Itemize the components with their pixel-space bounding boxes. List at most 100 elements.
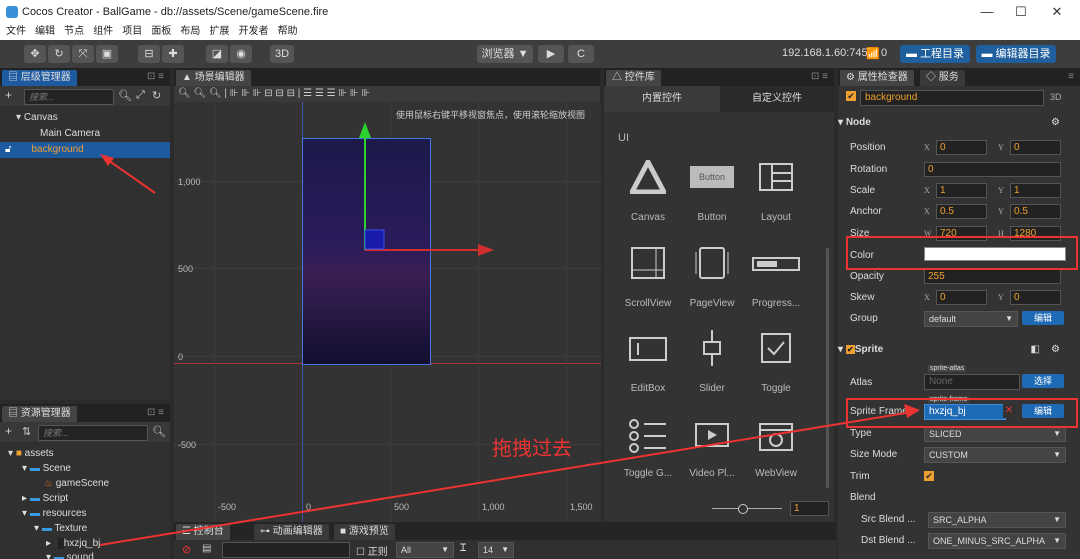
toggle-widget-icon[interactable]	[760, 332, 792, 364]
maximize-button[interactable]: ☐	[1006, 3, 1036, 21]
tree-item-script-folder[interactable]: ▸ ▬ Script	[22, 491, 68, 507]
progressbar-widget-icon[interactable]	[752, 256, 800, 272]
panel-menu-icon[interactable]: ⊡ ≡	[811, 71, 828, 82]
book-icon[interactable]: ◧	[1031, 342, 1040, 358]
menu-developer[interactable]: 开发者	[239, 24, 269, 40]
refresh-button[interactable]: C	[568, 45, 594, 63]
move-tool-icon[interactable]: ✥	[24, 45, 46, 63]
scale-y-input[interactable]: 1	[1010, 183, 1061, 198]
tab-widget-library[interactable]: △ 控件库	[606, 70, 661, 86]
menu-node[interactable]: 节点	[64, 24, 84, 40]
collapse-icon[interactable]: ⤢	[136, 89, 145, 102]
node-active-checkbox[interactable]: ✔	[846, 91, 856, 101]
menu-help[interactable]: 帮助	[278, 24, 298, 40]
scene-align-toolbar[interactable]: 🔍︎ 🔍︎ 🔍︎ | ⊪ ⊪ ⊪ ⊟ ⊟ ⊟ | ☰ ☰ ☰ ⊪ ⊪ ⊪	[174, 86, 600, 102]
canvas-widget-icon[interactable]	[630, 160, 666, 194]
section-settings-icon[interactable]: ⚙	[1051, 115, 1060, 131]
minimize-button[interactable]: —	[972, 3, 1002, 21]
node-name-input[interactable]: background	[860, 90, 1044, 106]
refresh-icon[interactable]: ↻	[152, 89, 161, 102]
anchor-y-input[interactable]: 0.5	[1010, 204, 1061, 219]
tab-assets[interactable]: ▤ 资源管理器	[2, 406, 77, 422]
sprite-enabled-checkbox[interactable]: ✔	[845, 345, 855, 354]
layout-widget-icon[interactable]	[758, 162, 794, 192]
webview-widget-icon[interactable]	[758, 422, 794, 452]
panel-menu-icon[interactable]: ⊡ ≡	[147, 407, 164, 418]
search-icon[interactable]: 🔍︎	[118, 89, 132, 102]
gizmo-tool-icon[interactable]: ◉	[230, 45, 252, 63]
open-log-icon[interactable]: ▤	[202, 543, 211, 554]
sort-icon[interactable]: ⇅	[22, 425, 31, 438]
menu-layout[interactable]: 布局	[180, 24, 200, 40]
tab-builtin-widgets[interactable]: 内置控件	[604, 86, 720, 112]
type-select[interactable]: SLICED ▼	[924, 426, 1066, 442]
node-section-header[interactable]: ▾ Node ⚙	[838, 115, 1070, 131]
rect-tool-icon[interactable]: ▣	[96, 45, 118, 63]
widget-scrollbar[interactable]	[826, 248, 829, 488]
zoom-slider-handle[interactable]	[738, 504, 748, 514]
videoplayer-widget-icon[interactable]	[694, 422, 730, 452]
play-button[interactable]: ▶	[538, 45, 564, 63]
tree-item-sound[interactable]: ▾ ▬ sound	[46, 550, 94, 559]
skew-y-input[interactable]: 0	[1010, 290, 1061, 305]
menu-panel[interactable]: 面板	[151, 24, 171, 40]
scale-x-input[interactable]: 1	[936, 183, 987, 198]
scrollview-widget-icon[interactable]	[630, 246, 666, 280]
tree-item-canvas[interactable]: ▾ Canvas	[16, 110, 58, 126]
tab-game-preview[interactable]: ■ 游戏预览	[334, 524, 395, 540]
anchor-x-input[interactable]: 0.5	[936, 204, 987, 219]
tab-console[interactable]: ☰ 控制台	[176, 524, 230, 540]
togglegroup-widget-icon[interactable]	[628, 418, 668, 454]
tab-scene[interactable]: ▲ 场景编辑器	[176, 70, 251, 86]
font-size-select[interactable]: 14 ▼	[478, 542, 514, 558]
group-edit-button[interactable]: 编辑	[1022, 311, 1064, 325]
browser-select[interactable]: 浏览器 ▼	[477, 45, 533, 63]
tab-hierarchy[interactable]: ▤ 层级管理器	[2, 70, 77, 86]
tree-item-background[interactable]: 🔓︎ background	[0, 142, 170, 158]
hierarchy-search-input[interactable]: 搜索...	[24, 89, 114, 105]
node-3d-toggle[interactable]: 3D	[1050, 92, 1062, 102]
console-filter-input[interactable]	[222, 542, 350, 558]
group-select[interactable]: default ▼	[924, 311, 1018, 327]
menu-extension[interactable]: 扩展	[209, 24, 229, 40]
menu-edit[interactable]: 编辑	[35, 24, 55, 40]
zoom-value-input[interactable]: 1	[790, 501, 829, 516]
position-x-input[interactable]: 0	[936, 140, 987, 155]
add-node-icon[interactable]: +	[5, 88, 12, 102]
trim-checkbox[interactable]: ✔	[924, 471, 934, 481]
atlas-select-button[interactable]: 选择	[1022, 374, 1064, 388]
regex-checkbox[interactable]: ☐ 正则	[356, 543, 388, 558]
scale-tool-icon[interactable]: ⤧	[72, 45, 94, 63]
slider-widget-icon[interactable]	[700, 330, 724, 366]
project-dir-button[interactable]: ▬ 工程目录	[900, 45, 970, 63]
editor-dir-button[interactable]: ▬ 编辑器目录	[976, 45, 1056, 63]
tree-item-main-camera[interactable]: Main Camera	[40, 126, 100, 142]
opacity-input[interactable]: 255	[924, 269, 1061, 284]
tree-item-gamescene[interactable]: ♨ gameScene	[44, 476, 109, 492]
tab-custom-widgets[interactable]: 自定义控件	[720, 86, 834, 112]
rotation-input[interactable]: 0	[924, 162, 1061, 177]
size-mode-select[interactable]: CUSTOM ▼	[924, 447, 1066, 463]
menu-project[interactable]: 项目	[122, 24, 142, 40]
panel-menu-icon[interactable]: ≡	[1068, 71, 1074, 82]
search-icon[interactable]: 🔍︎	[152, 425, 166, 438]
close-button[interactable]: ✕	[1042, 3, 1072, 21]
tab-services[interactable]: ◇ 服务	[920, 70, 965, 86]
pageview-widget-icon[interactable]	[694, 246, 730, 280]
tree-item-assets[interactable]: ▾ ■ assets	[8, 446, 54, 462]
position-y-input[interactable]: 0	[1010, 140, 1061, 155]
button-widget-icon[interactable]: Button	[690, 166, 734, 188]
add-asset-icon[interactable]: +	[5, 424, 12, 438]
dst-blend-select[interactable]: ONE_MINUS_SRC_ALPHA ▼	[928, 533, 1066, 549]
menu-file[interactable]: 文件	[6, 24, 26, 40]
panel-menu-icon[interactable]: ⊡ ≡	[147, 71, 164, 82]
tree-item-scene-folder[interactable]: ▾ ▬ Scene	[22, 461, 71, 477]
assets-search-input[interactable]: 搜索...	[38, 425, 148, 441]
sprite-section-header[interactable]: ▾ ✔Sprite ◧ ⚙	[838, 342, 1070, 358]
3d-toggle-button[interactable]: 3D	[270, 45, 294, 63]
tree-item-resources-folder[interactable]: ▾ ▬ resources	[22, 506, 87, 522]
section-settings-icon[interactable]: ⚙	[1051, 342, 1060, 358]
log-level-select[interactable]: All ▼	[396, 542, 454, 558]
src-blend-select[interactable]: SRC_ALPHA ▼	[928, 512, 1066, 528]
snap-tool-icon[interactable]: ◪	[206, 45, 228, 63]
